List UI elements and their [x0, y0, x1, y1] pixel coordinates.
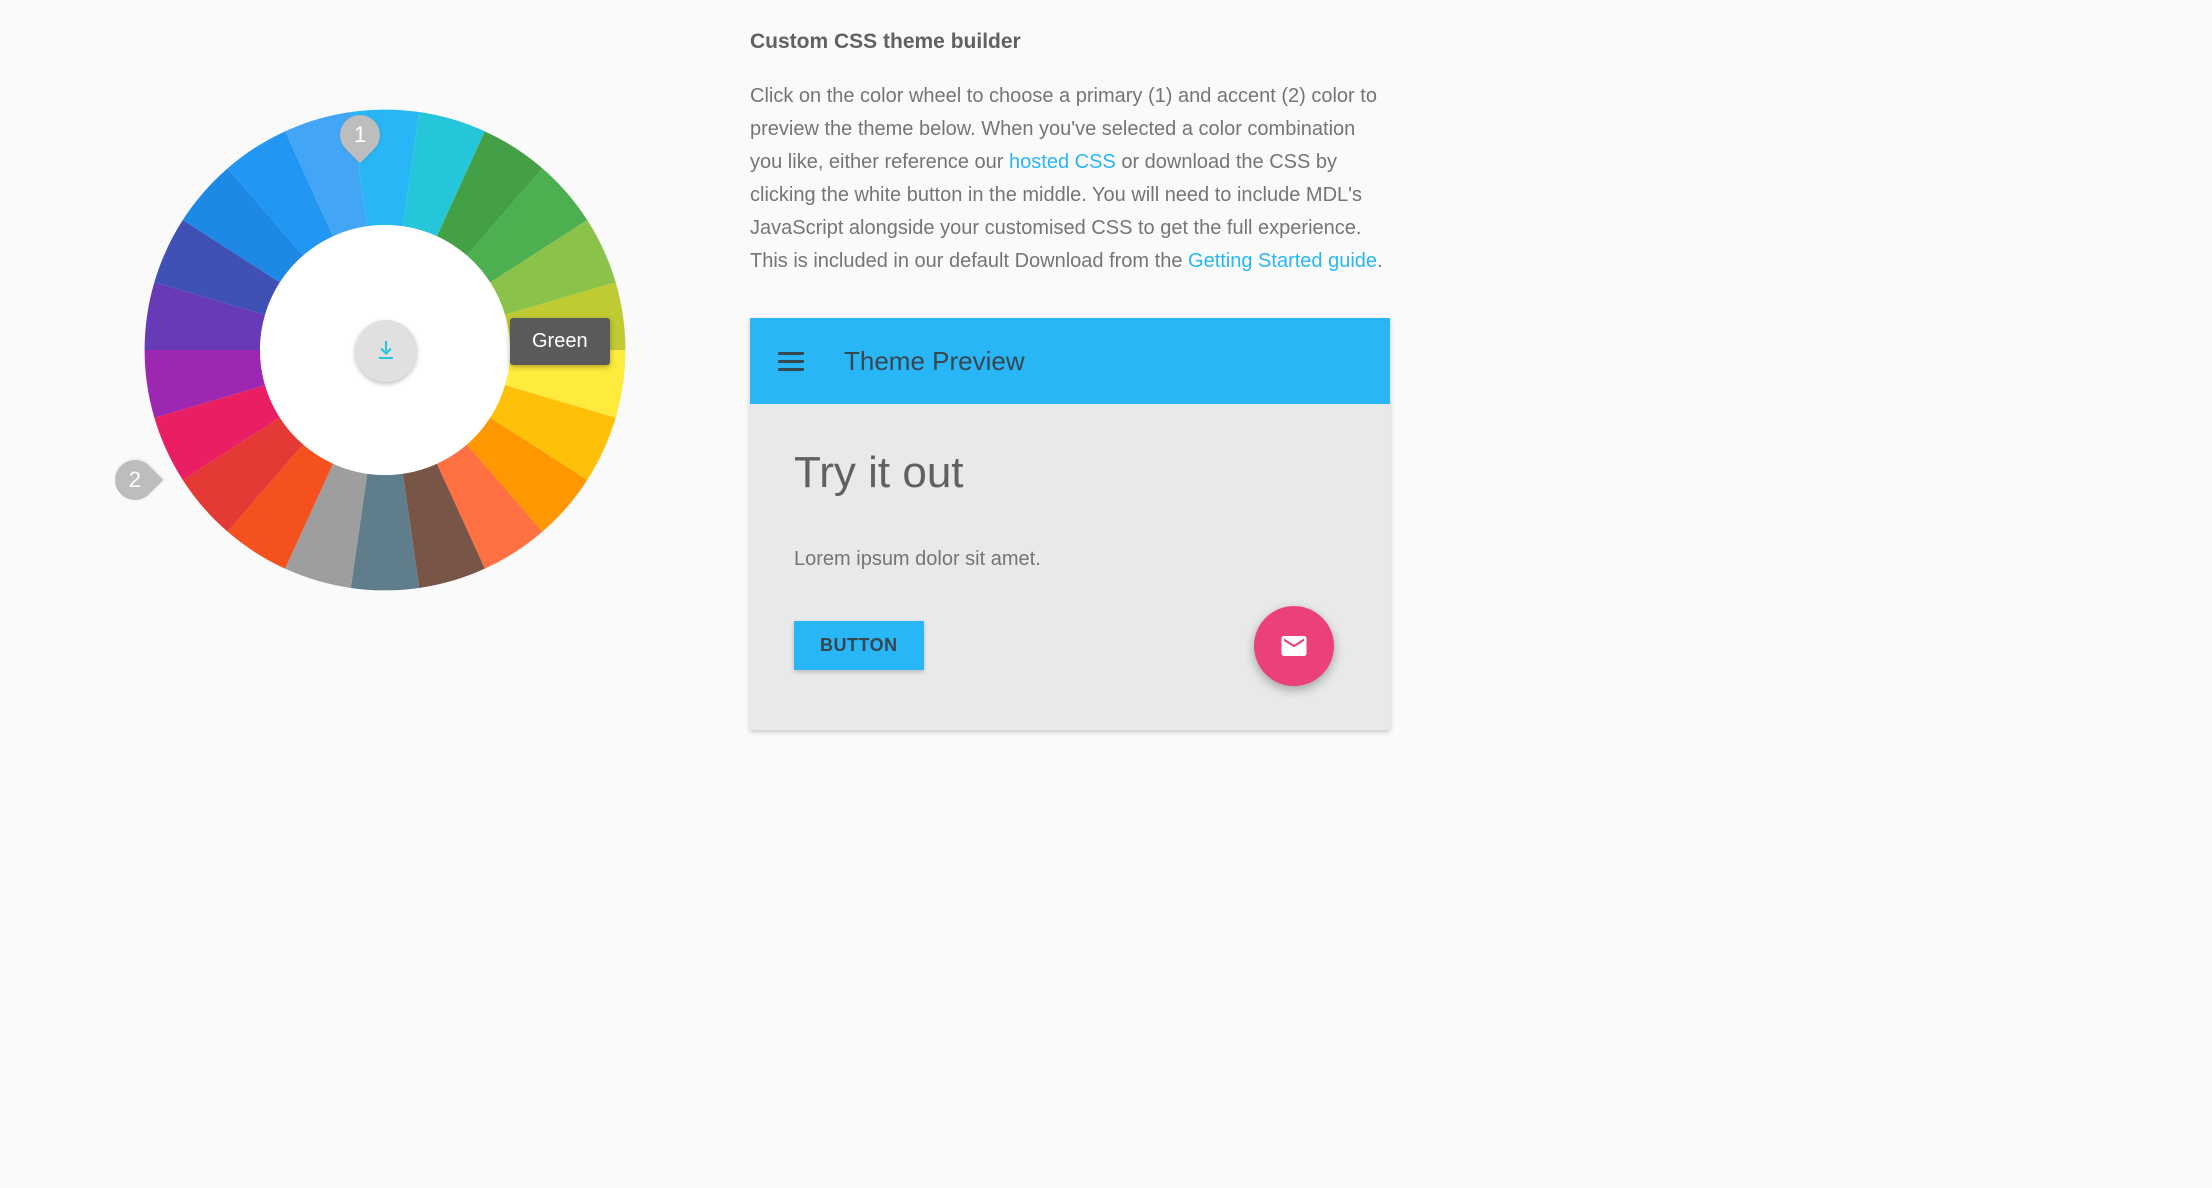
section-heading: Custom CSS theme builder: [750, 30, 1390, 54]
color-wheel[interactable]: 1 2 Green: [135, 100, 635, 600]
getting-started-link[interactable]: Getting Started guide: [1188, 250, 1377, 272]
primary-marker-label: 1: [354, 122, 366, 148]
section-description: Click on the color wheel to choose a pri…: [750, 80, 1390, 278]
hosted-css-link[interactable]: hosted CSS: [1009, 151, 1116, 173]
download-icon: [374, 339, 398, 363]
preview-button[interactable]: BUTTON: [794, 621, 924, 670]
preview-body-text: Lorem ipsum dolor sit amet.: [794, 548, 1346, 571]
color-tooltip: Green: [510, 318, 610, 365]
preview-fab[interactable]: [1254, 606, 1334, 686]
mail-icon: [1279, 631, 1309, 661]
accent-marker-label: 2: [129, 467, 141, 493]
menu-icon[interactable]: [778, 352, 804, 371]
download-button[interactable]: [355, 320, 417, 382]
preview-appbar: Theme Preview: [750, 318, 1390, 404]
preview-appbar-title: Theme Preview: [844, 346, 1025, 377]
preview-heading: Try it out: [794, 448, 1346, 498]
